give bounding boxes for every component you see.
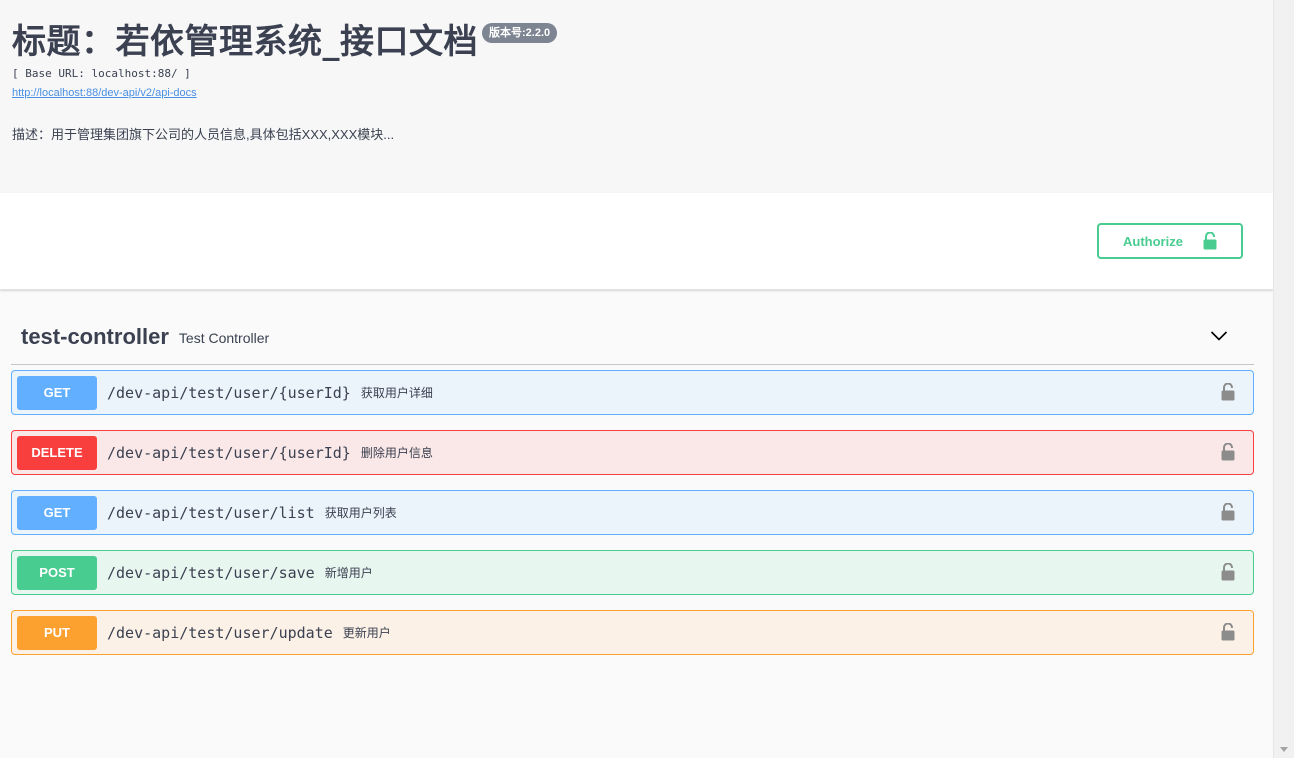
method-badge: GET <box>17 495 97 530</box>
version-badge: 版本号:2.2.0 <box>482 23 558 43</box>
scroll-down-icon[interactable] <box>1280 747 1288 752</box>
api-docs-link[interactable]: http://localhost:88/dev-api/v2/api-docs <box>12 86 197 100</box>
authorize-button[interactable]: Authorize <box>1097 223 1243 259</box>
vertical-scrollbar[interactable] <box>1273 0 1294 758</box>
operation-put-user-update[interactable]: PUT /dev-api/test/user/update 更新用户 <box>11 610 1254 655</box>
operation-get-user-detail[interactable]: GET /dev-api/test/user/{userId} 获取用户详细 <box>11 370 1254 415</box>
operation-path: /dev-api/test/user/list <box>107 503 315 522</box>
method-badge: POST <box>17 555 97 590</box>
authorize-label: Authorize <box>1123 233 1183 249</box>
operation-path: /dev-api/test/user/{userId} <box>107 383 351 402</box>
method-badge: DELETE <box>17 435 97 470</box>
method-badge: GET <box>17 375 97 410</box>
api-description: 描述：用于管理集团旗下公司的人员信息,具体包括XXX,XXX模块... <box>12 127 395 142</box>
page-title: 标题：若依管理系统_接口文档 <box>12 22 478 62</box>
chevron-down-icon[interactable] <box>1210 330 1228 342</box>
operation-path: /dev-api/test/user/update <box>107 623 333 642</box>
info-header: 标题：若依管理系统_接口文档 版本号:2.2.0 [ Base URL: loc… <box>0 0 1273 193</box>
base-url: [ Base URL: localhost:88/ ] <box>12 67 191 80</box>
operation-summary: 新增用户 <box>324 566 373 580</box>
operations-list: GET /dev-api/test/user/{userId} 获取用户详细 D… <box>11 370 1254 655</box>
controller-description: Test Controller <box>178 330 270 346</box>
operation-path: /dev-api/test/user/save <box>107 563 315 582</box>
unlock-icon[interactable] <box>1221 623 1235 641</box>
operation-summary: 删除用户信息 <box>360 446 433 460</box>
controller-name: test-controller <box>21 324 169 349</box>
operation-summary: 获取用户详细 <box>360 386 433 400</box>
operation-path: /dev-api/test/user/{userId} <box>107 443 351 462</box>
operation-delete-user[interactable]: DELETE /dev-api/test/user/{userId} 删除用户信… <box>11 430 1254 475</box>
unlock-icon[interactable] <box>1221 443 1235 461</box>
operation-post-user-save[interactable]: POST /dev-api/test/user/save 新增用户 <box>11 550 1254 595</box>
operation-summary: 更新用户 <box>342 626 391 640</box>
scheme-container: Authorize <box>0 193 1273 290</box>
controller-header[interactable]: test-controller Test Controller <box>11 310 1254 365</box>
unlock-icon[interactable] <box>1221 503 1235 521</box>
unlock-icon <box>1203 232 1217 250</box>
operation-get-user-list[interactable]: GET /dev-api/test/user/list 获取用户列表 <box>11 490 1254 535</box>
operation-summary: 获取用户列表 <box>324 506 397 520</box>
title-row: 标题：若依管理系统_接口文档 版本号:2.2.0 <box>12 20 1261 64</box>
swagger-page: 标题：若依管理系统_接口文档 版本号:2.2.0 [ Base URL: loc… <box>0 0 1273 758</box>
controller-section: test-controller Test Controller GET /dev… <box>11 310 1254 670</box>
unlock-icon[interactable] <box>1221 563 1235 581</box>
unlock-icon[interactable] <box>1221 383 1235 401</box>
method-badge: PUT <box>17 615 97 650</box>
